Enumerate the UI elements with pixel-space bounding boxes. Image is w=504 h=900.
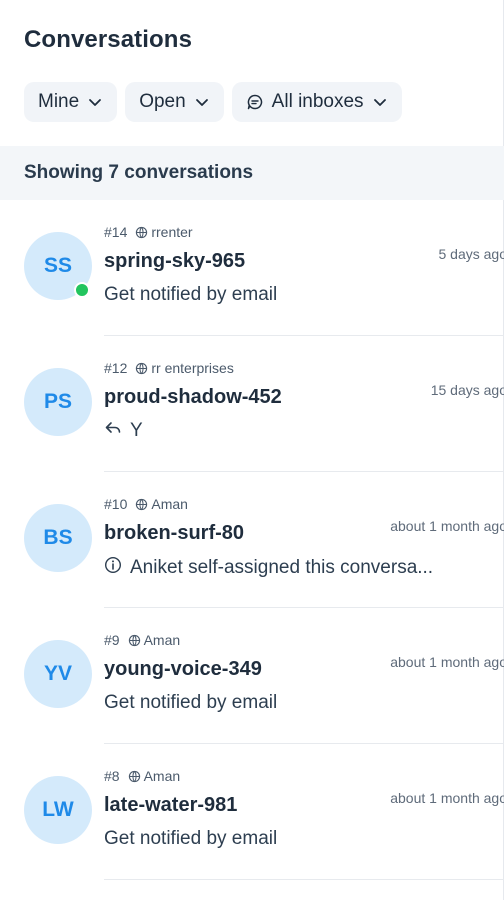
filter-label: Mine bbox=[38, 91, 80, 112]
message-preview: Get notified by email bbox=[104, 692, 277, 714]
info-icon bbox=[104, 556, 122, 580]
conversation-list: SS #14 rrenter spring-sky-965 5 days ago… bbox=[0, 200, 504, 880]
message-preview-text: Aniket self-assigned this conversa... bbox=[130, 557, 434, 578]
conversation-row[interactable]: LW #8 Aman late-water-981 about 1 month … bbox=[0, 744, 504, 880]
last-activity-time: about 1 month ago bbox=[390, 654, 504, 670]
row-divider bbox=[104, 879, 504, 880]
filter-status-dropdown[interactable]: Open bbox=[125, 82, 224, 122]
conversation-id: #10 bbox=[104, 496, 128, 512]
message-preview-text: Get notified by email bbox=[104, 284, 278, 305]
message-preview-text: Get notified by email bbox=[104, 692, 278, 713]
inbox-name: Aman bbox=[143, 768, 181, 784]
globe-icon bbox=[136, 498, 148, 510]
last-activity-time: 15 days ago bbox=[430, 382, 504, 398]
chat-bubble-icon bbox=[247, 94, 262, 110]
inbox-label: Aman bbox=[135, 496, 188, 512]
contact-name: broken-surf-80 bbox=[104, 522, 245, 544]
globe-icon bbox=[128, 770, 140, 782]
filter-bar: Mine Open All inboxes bbox=[24, 82, 402, 122]
conversation-meta: #10 Aman bbox=[104, 496, 188, 512]
avatar: LW bbox=[24, 776, 92, 844]
inbox-label: rr enterprises bbox=[135, 360, 234, 376]
conversation-meta: #14 rrenter bbox=[104, 224, 193, 240]
contact-name: spring-sky-965 bbox=[104, 250, 246, 272]
avatar: BS bbox=[24, 504, 92, 572]
conversation-row[interactable]: SS #14 rrenter spring-sky-965 5 days ago… bbox=[0, 200, 504, 336]
last-activity-time: about 1 month ago bbox=[390, 518, 504, 534]
inbox-name: Aman bbox=[151, 496, 188, 512]
inbox-label: Aman bbox=[128, 632, 181, 648]
globe-icon bbox=[128, 634, 140, 646]
header: Conversations bbox=[24, 26, 192, 54]
filter-label: All inboxes bbox=[271, 91, 364, 112]
inbox-name: rr enterprises bbox=[151, 360, 234, 376]
message-preview-text: Get notified by email bbox=[104, 828, 278, 849]
conversation-row[interactable]: YV #9 Aman young-voice-349 about 1 month… bbox=[0, 608, 504, 744]
chevron-down-icon bbox=[89, 99, 102, 106]
globe-icon bbox=[136, 226, 148, 238]
conversation-meta: #8 Aman bbox=[104, 768, 180, 784]
conversation-count-bar: Showing 7 conversations bbox=[0, 146, 504, 200]
last-activity-time: about 1 month ago bbox=[390, 790, 504, 806]
message-preview: Get notified by email bbox=[104, 828, 277, 850]
conversation-id: #14 bbox=[104, 224, 128, 240]
reply-icon bbox=[104, 420, 122, 442]
chevron-down-icon bbox=[373, 99, 386, 106]
message-preview: Y bbox=[104, 420, 143, 442]
online-status-dot bbox=[74, 282, 90, 298]
inbox-name: rrenter bbox=[151, 224, 193, 240]
inbox-label: rrenter bbox=[135, 224, 193, 240]
filter-inbox-dropdown[interactable]: All inboxes bbox=[231, 82, 402, 122]
conversation-row[interactable]: BS #10 Aman broken-surf-80 about 1 month… bbox=[0, 472, 504, 608]
conversation-meta: #12 rr enterprises bbox=[104, 360, 234, 376]
filter-label: Open bbox=[139, 91, 186, 112]
message-preview: Get notified by email bbox=[104, 284, 277, 306]
conversation-id: #12 bbox=[104, 360, 128, 376]
contact-name: late-water-981 bbox=[104, 794, 238, 816]
conversation-id: #8 bbox=[104, 768, 120, 784]
globe-icon bbox=[136, 362, 148, 374]
message-preview-text: Y bbox=[130, 420, 143, 441]
contact-name: proud-shadow-452 bbox=[104, 386, 282, 408]
message-preview: Aniket self-assigned this conversa... bbox=[104, 556, 433, 580]
page-title: Conversations bbox=[24, 26, 193, 53]
avatar: YV bbox=[24, 640, 92, 708]
conversation-id: #9 bbox=[104, 632, 120, 648]
chevron-down-icon bbox=[195, 99, 208, 106]
contact-name: young-voice-349 bbox=[104, 658, 262, 680]
conversation-row[interactable]: PS #12 rr enterprises proud-shadow-452 1… bbox=[0, 336, 504, 472]
filter-mine-dropdown[interactable]: Mine bbox=[24, 82, 118, 122]
last-activity-time: 5 days ago bbox=[438, 246, 504, 262]
conversation-count: Showing 7 conversations bbox=[24, 162, 254, 183]
inbox-name: Aman bbox=[143, 632, 181, 648]
conversation-meta: #9 Aman bbox=[104, 632, 180, 648]
inbox-label: Aman bbox=[128, 768, 181, 784]
avatar: PS bbox=[24, 368, 92, 436]
